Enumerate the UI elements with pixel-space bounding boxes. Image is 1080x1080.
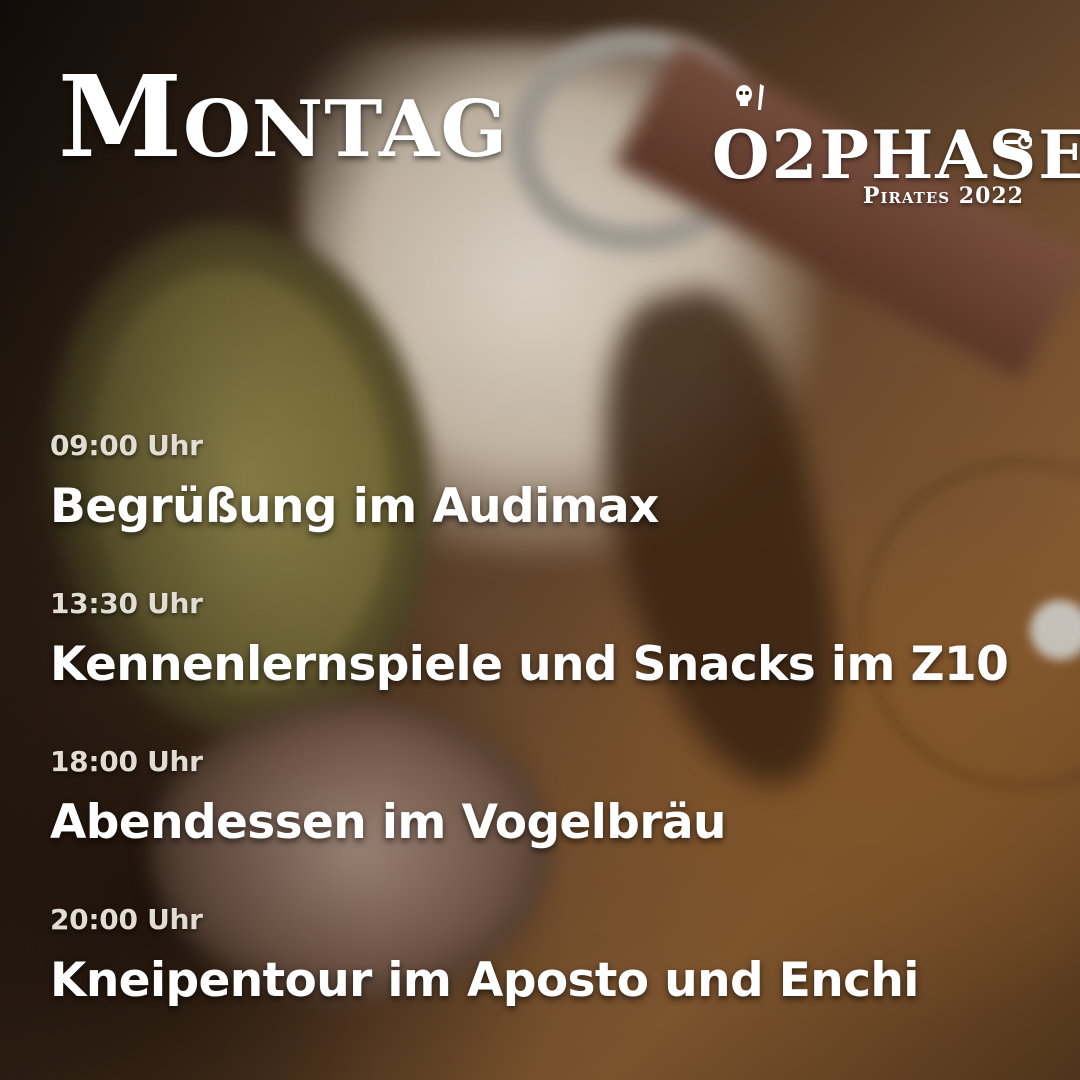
event-logo: O2PHASE Pirates 2022 bbox=[712, 80, 1080, 215]
event-time: 13:30 Uhr bbox=[50, 587, 203, 620]
schedule-list: 09:00 Uhr Begrüßung im Audimax 13:30 Uhr… bbox=[50, 428, 1060, 1060]
skull-icon bbox=[736, 84, 764, 110]
event-title: Kneipentour im Aposto und Enchi bbox=[50, 953, 919, 1008]
event-title: Abendessen im Vogelbräu bbox=[50, 795, 727, 850]
event-title: Kennenlernspiele und Snacks im Z10 bbox=[50, 637, 1009, 692]
event-time: 09:00 Uhr bbox=[50, 429, 203, 462]
key-icon bbox=[1004, 135, 1032, 149]
schedule-item: 18:00 Uhr Abendessen im Vogelbräu bbox=[50, 744, 1060, 902]
event-time: 18:00 Uhr bbox=[50, 745, 203, 778]
schedule-item: 09:00 Uhr Begrüßung im Audimax bbox=[50, 428, 1060, 586]
day-title: Montag bbox=[58, 52, 509, 183]
schedule-item: 20:00 Uhr Kneipentour im Aposto und Ench… bbox=[50, 902, 1060, 1060]
event-time: 20:00 Uhr bbox=[50, 903, 203, 936]
logo-subtitle: Pirates 2022 bbox=[862, 183, 1024, 209]
schedule-item: 13:30 Uhr Kennenlernspiele und Snacks im… bbox=[50, 586, 1060, 744]
logo-wordmark: O2PHASE bbox=[712, 116, 1080, 194]
event-title: Begrüßung im Audimax bbox=[50, 479, 659, 534]
